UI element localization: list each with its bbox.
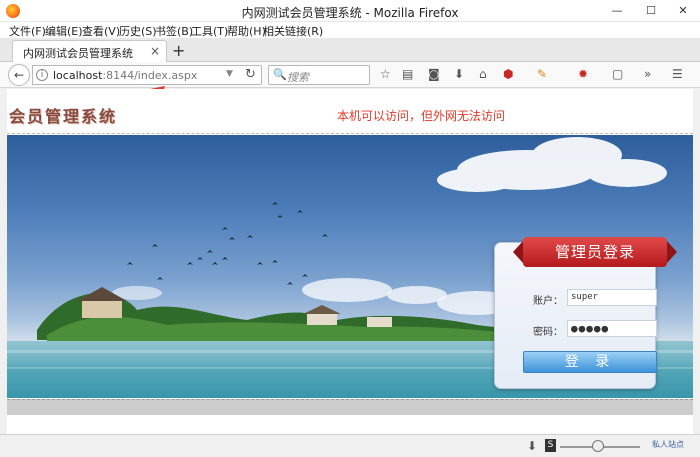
system-title: 会员管理系统: [9, 107, 118, 126]
password-label: 密码：: [533, 327, 563, 338]
login-button[interactable]: 登 录: [523, 351, 657, 373]
page-viewport: 会员管理系统 本机可以访问，但外网无法访问 管理员登录 账户： super 密码…: [7, 89, 693, 434]
download-status-icon[interactable]: ⬇: [527, 439, 537, 453]
annotation-text: 本机可以访问，但外网无法访问: [337, 109, 506, 123]
site-identity-icon[interactable]: S: [545, 439, 556, 452]
password-input[interactable]: ●●●●●: [567, 320, 657, 337]
login-panel: 管理员登录 账户： super 密码： ●●●●● 登 录: [494, 237, 677, 389]
banner-image: 管理员登录 账户： super 密码： ●●●●● 登 录: [7, 135, 693, 398]
page-footer: [7, 399, 693, 415]
page-header: 会员管理系统 本机可以访问，但外网无法访问: [7, 89, 693, 134]
login-title: 管理员登录: [554, 243, 635, 261]
ribbon-tail-left: [513, 241, 523, 263]
ribbon-tail-right: [667, 241, 677, 263]
account-input[interactable]: super: [567, 289, 657, 306]
zoom-slider-knob[interactable]: [592, 440, 604, 452]
zoom-badge: 私人站点: [652, 440, 684, 449]
status-bar: ⬇ S 私人站点: [0, 434, 700, 457]
login-ribbon: 管理员登录: [513, 237, 677, 267]
account-label: 账户：: [533, 296, 563, 307]
